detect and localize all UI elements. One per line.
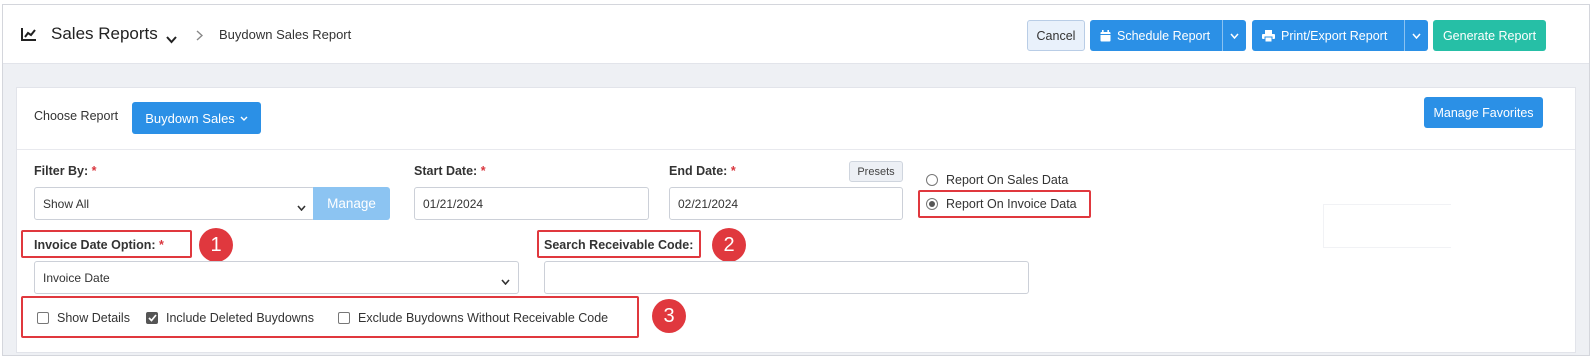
selected-report: Buydown Sales — [145, 110, 235, 126]
manage-button[interactable]: Manage — [313, 187, 390, 220]
print-label: Print/Export Report — [1281, 28, 1388, 43]
required-mark: * — [159, 238, 164, 252]
choose-report-label: Choose Report — [34, 109, 119, 123]
start-date-text: Start Date: — [414, 164, 478, 178]
chevron-down-icon[interactable] — [1404, 20, 1428, 51]
invoice-date-option-value: Invoice Date — [43, 270, 110, 285]
end-date-text: End Date: — [669, 164, 728, 178]
schedule-label: Schedule Report — [1117, 28, 1211, 43]
required-mark: * — [480, 164, 486, 178]
page-title: Sales Reports — [51, 24, 158, 43]
checkbox[interactable] — [338, 312, 350, 324]
chevron-down-icon — [297, 200, 306, 214]
manage-label: Manage — [327, 196, 376, 211]
filter-by-value: Show All — [43, 196, 90, 211]
start-date-input[interactable]: 01/21/2024 — [414, 187, 649, 220]
required-mark: * — [730, 164, 736, 178]
filter-by-label: Filter By: * — [34, 164, 97, 178]
radio-button[interactable] — [926, 174, 938, 186]
app-window: Sales Reports Buydown Sales Report Cance… — [2, 4, 1590, 356]
checkbox[interactable] — [37, 312, 49, 324]
manage-favorites-label: Manage Favorites — [1433, 105, 1534, 120]
header-bar: Sales Reports Buydown Sales Report Cance… — [3, 5, 1589, 64]
divider — [17, 149, 1575, 150]
badge-number: 3 — [663, 304, 675, 327]
report-panel: Choose Report Buydown Sales Manage Favor… — [16, 87, 1576, 353]
annotation-badge-2: 2 — [712, 228, 746, 262]
print-export-button[interactable]: Print/Export Report — [1252, 20, 1428, 51]
chevron-down-icon — [240, 116, 248, 121]
badge-number: 2 — [723, 233, 735, 256]
include-deleted-label: Include Deleted Buydowns — [166, 311, 315, 325]
highlight-box-report-on-invoice — [918, 190, 1091, 218]
end-date-value: 02/21/2024 — [678, 196, 739, 211]
manage-favorites-button[interactable]: Manage Favorites — [1424, 97, 1543, 128]
chevron-down-icon[interactable] — [166, 31, 177, 49]
show-details-checkbox[interactable]: Show Details — [37, 311, 130, 325]
end-date-input[interactable]: 02/21/2024 — [669, 187, 903, 220]
required-mark: * — [91, 164, 97, 178]
line-chart-icon — [21, 27, 37, 46]
generate-label: Generate Report — [1442, 28, 1537, 43]
schedule-report-button[interactable]: Schedule Report — [1090, 20, 1246, 51]
invoice-date-option-select[interactable]: Invoice Date — [34, 261, 519, 294]
presets-button[interactable]: Presets — [849, 161, 903, 182]
badge-number: 1 — [210, 233, 222, 256]
annotation-badge-3: 3 — [652, 299, 686, 333]
checkbox-checked[interactable] — [146, 312, 158, 324]
exclude-without-code-label: Exclude Buydowns Without Receivable Code — [358, 311, 609, 325]
filter-by-text: Filter By: — [34, 164, 89, 178]
choose-report-dropdown[interactable]: Buydown Sales — [132, 102, 261, 134]
show-details-label: Show Details — [57, 311, 130, 325]
filter-by-select[interactable]: Show All — [34, 187, 315, 220]
chevron-down-icon[interactable] — [1222, 20, 1246, 51]
cancel-button[interactable]: Cancel — [1027, 20, 1085, 51]
printer-icon — [1262, 29, 1275, 42]
include-deleted-checkbox[interactable]: Include Deleted Buydowns — [146, 311, 314, 325]
chevron-down-icon — [501, 274, 510, 288]
search-receivable-label: Search Receivable Code: — [544, 238, 694, 252]
generate-report-button[interactable]: Generate Report — [1433, 20, 1546, 51]
report-on-sales-radio[interactable]: Report On Sales Data — [926, 173, 1068, 187]
invoice-date-option-label: Invoice Date Option: * — [34, 238, 164, 252]
empty-area — [1323, 204, 1451, 248]
calendar-icon — [1100, 29, 1111, 42]
start-date-value: 01/21/2024 — [423, 196, 484, 211]
exclude-without-code-checkbox[interactable]: Exclude Buydowns Without Receivable Code — [338, 311, 608, 325]
breadcrumb: Buydown Sales Report — [219, 27, 352, 42]
annotation-badge-1: 1 — [199, 228, 233, 262]
presets-label: Presets — [857, 165, 895, 178]
report-on-sales-label: Report On Sales Data — [946, 173, 1069, 187]
end-date-label: End Date: * — [669, 164, 736, 178]
search-receivable-input[interactable] — [544, 261, 1029, 294]
invoice-date-option-text: Invoice Date Option: — [34, 238, 156, 252]
chevron-right-icon — [196, 28, 204, 46]
check-icon — [147, 314, 157, 322]
start-date-label: Start Date: * — [414, 164, 486, 178]
cancel-label: Cancel — [1036, 28, 1076, 43]
